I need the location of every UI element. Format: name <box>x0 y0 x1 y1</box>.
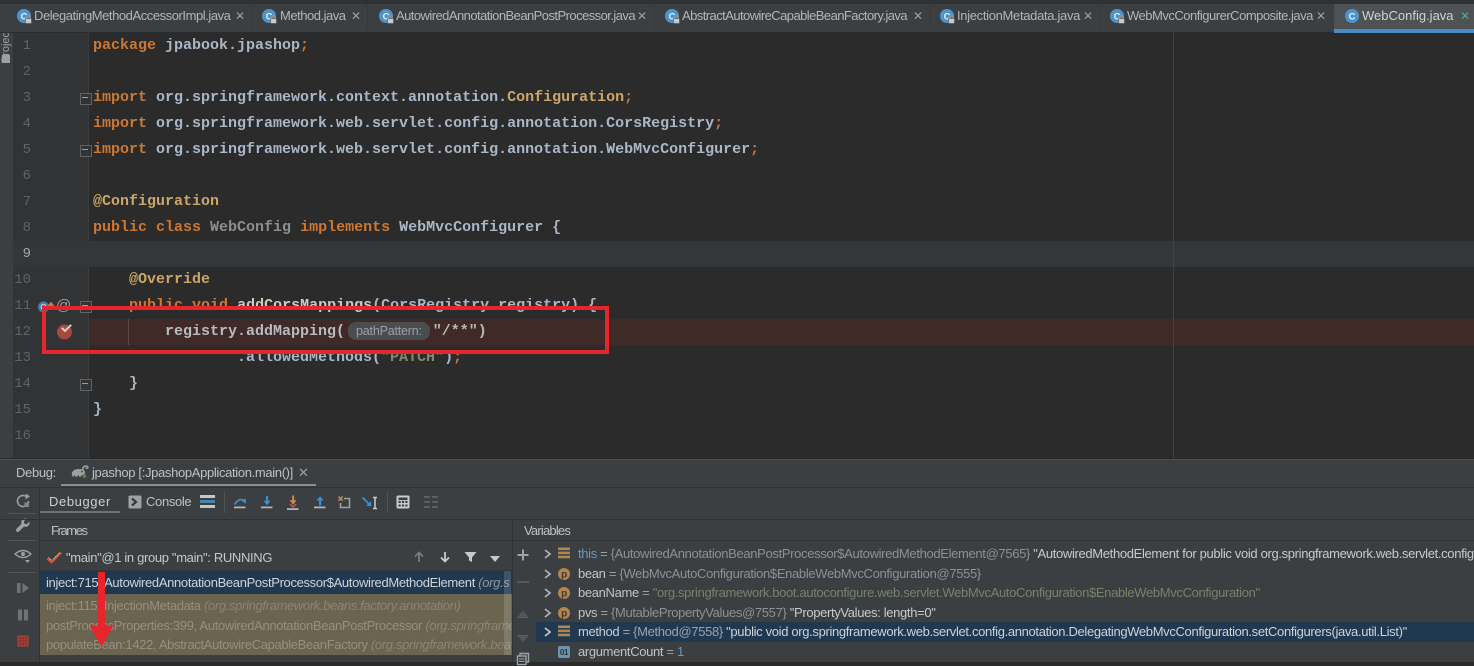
svg-text:p: p <box>561 570 567 581</box>
svg-text:p: p <box>561 609 567 620</box>
svg-text:p: p <box>561 589 567 600</box>
svg-text:01: 01 <box>560 648 569 657</box>
